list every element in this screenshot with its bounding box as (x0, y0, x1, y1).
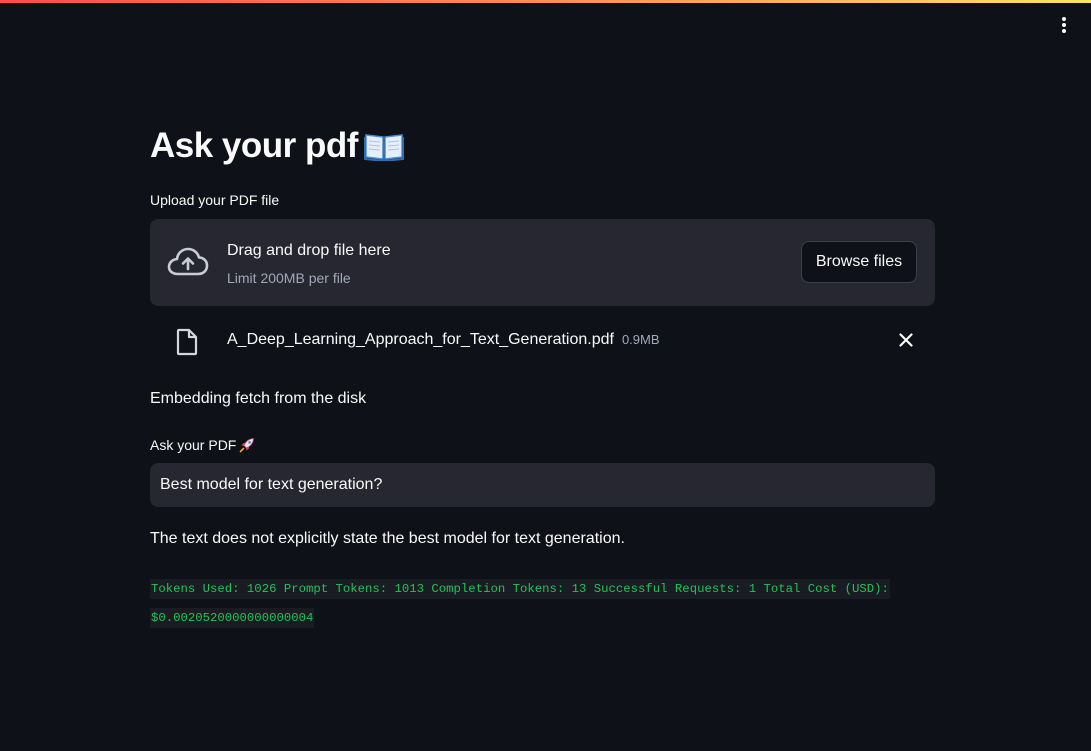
dropzone-title: Drag and drop file here (227, 242, 391, 259)
cloud-upload-icon (167, 247, 209, 282)
open-book-icon (363, 131, 404, 161)
browse-files-button[interactable]: Browse files (801, 241, 917, 283)
page-title: Ask your pdf (150, 126, 404, 166)
uploaded-file-name: A_Deep_Learning_Approach_for_Text_Genera… (227, 331, 614, 348)
page-title-text: Ask your pdf (150, 126, 358, 165)
dropzone-limit-text: Limit 200MB per file (227, 270, 351, 286)
token-usage-output: Tokens Used: 1026 Prompt Tokens: 1013 Co… (150, 575, 935, 633)
question-label-text: Ask your PDF (150, 437, 237, 453)
vertical-ellipsis-icon (1061, 16, 1067, 39)
header-decoration-bar (0, 0, 1091, 3)
token-usage-text: Tokens Used: 1026 Prompt Tokens: 1013 Co… (150, 579, 890, 628)
file-icon (176, 328, 198, 361)
question-input[interactable] (150, 463, 935, 507)
uploaded-file-size: 0.9MB (621, 332, 660, 347)
file-dropzone[interactable]: Drag and drop file here Limit 200MB per … (150, 219, 935, 306)
close-icon (899, 332, 913, 352)
question-label: Ask your PDF (150, 437, 255, 453)
uploaded-file-info: A_Deep_Learning_Approach_for_Text_Genera… (227, 331, 660, 349)
answer-text: The text does not explicitly state the b… (150, 530, 625, 547)
uploaded-file-item: A_Deep_Learning_Approach_for_Text_Genera… (150, 322, 935, 360)
remove-file-button[interactable] (897, 332, 915, 352)
main-menu-button[interactable] (1051, 14, 1077, 40)
upload-label: Upload your PDF file (150, 192, 280, 208)
rocket-icon (239, 437, 255, 453)
embedding-status-text: Embedding fetch from the disk (150, 390, 367, 407)
